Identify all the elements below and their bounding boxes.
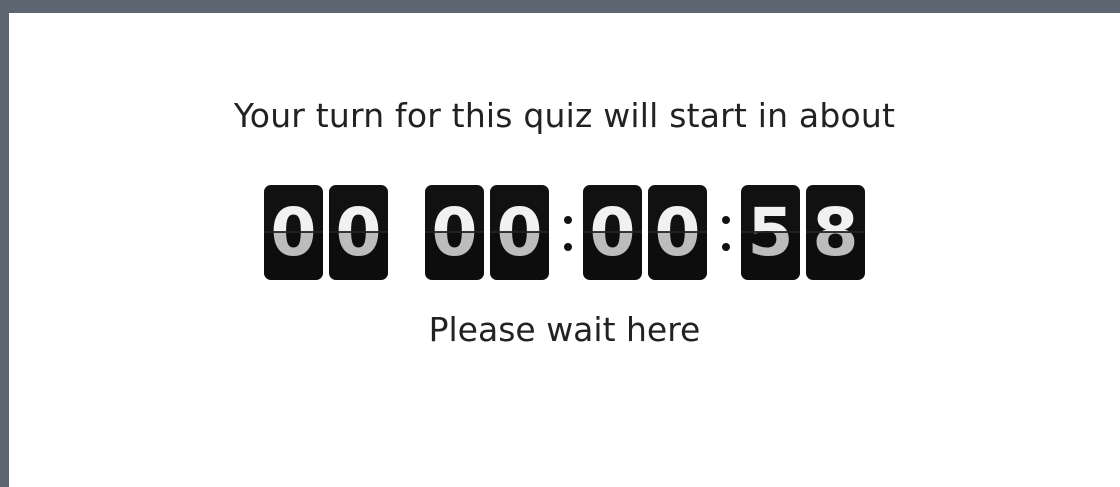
days-digit-1: 0: [264, 185, 323, 280]
wait-message: Please wait here: [428, 310, 701, 349]
colon-dot-bottom: [564, 243, 572, 251]
seconds-digit-1: 5: [741, 185, 800, 280]
minutes-digit-2: 0: [648, 185, 707, 280]
page-frame: Your turn for this quiz will start in ab…: [0, 0, 1120, 487]
hours-digit-1: 0: [425, 185, 484, 280]
colon-separator-1: [559, 185, 579, 280]
days-digit-2: 0: [329, 185, 388, 280]
colon-dot-bottom: [722, 243, 730, 251]
countdown-time: 0 0 0 0 5 8: [425, 185, 865, 280]
countdown-timer: 0 0 0 0 0 0 5 8: [9, 185, 1120, 280]
seconds-digit-2: 8: [806, 185, 865, 280]
countdown-message: Your turn for this quiz will start in ab…: [233, 96, 896, 135]
colon-separator-2: [717, 185, 737, 280]
minutes-digit-1: 0: [583, 185, 642, 280]
countdown-days: 0 0: [264, 185, 388, 280]
colon-dot-top: [722, 216, 730, 224]
hours-digit-2: 0: [490, 185, 549, 280]
colon-dot-top: [564, 216, 572, 224]
